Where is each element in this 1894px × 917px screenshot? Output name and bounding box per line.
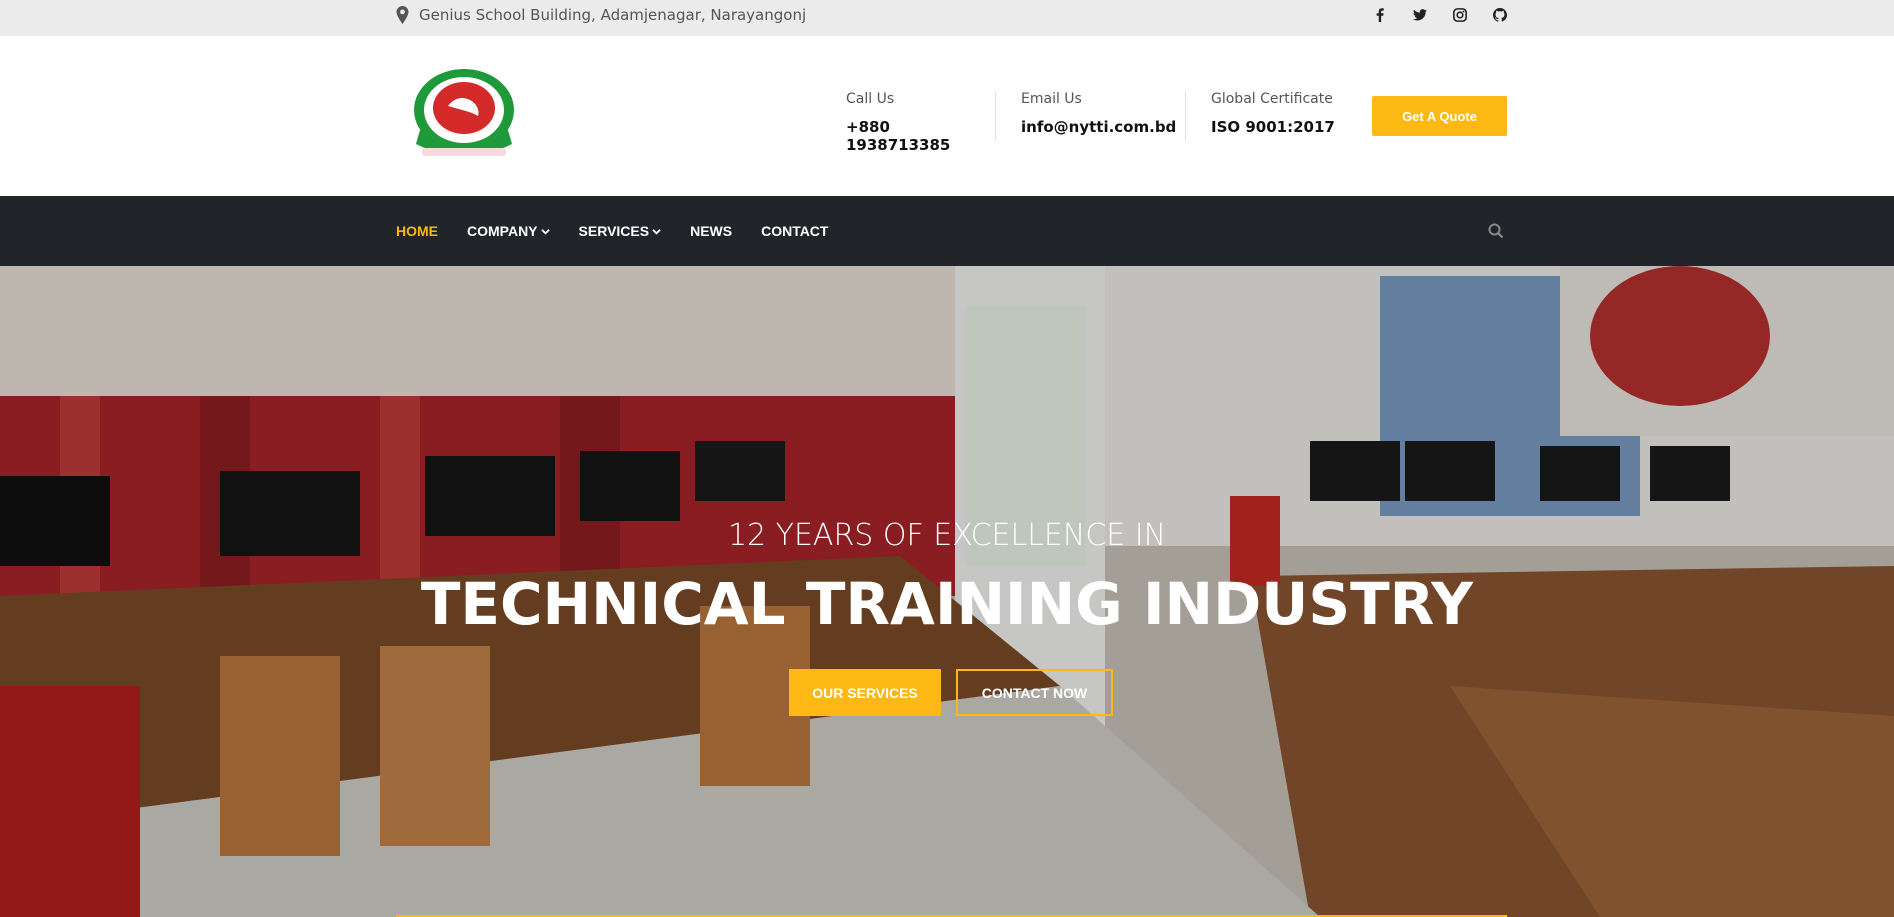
get-a-quote-button[interactable]: Get A Quote [1372, 96, 1507, 136]
certificate-label: Global Certificate [1211, 91, 1333, 107]
nav-item-company[interactable]: COMPANY [467, 223, 550, 239]
site-logo[interactable]: NYTTI [408, 68, 520, 160]
twitter-icon[interactable] [1413, 8, 1427, 22]
hero-section: 12 YEARS OF EXCELLENCE IN TECHNICAL TRAI… [0, 266, 1894, 917]
hero-subtitle: 12 YEARS OF EXCELLENCE IN [727, 518, 1167, 553]
social-links [1373, 0, 1507, 30]
chevron-down-icon [540, 228, 550, 235]
github-icon[interactable] [1493, 8, 1507, 22]
chevron-down-icon [652, 228, 661, 235]
nav-menu: HOME COMPANY SERVICES NEWS CONTACT [396, 196, 828, 266]
email-address[interactable]: info@nytti.com.bd [1021, 118, 1176, 136]
our-services-button[interactable]: OUR SERVICES [789, 669, 941, 716]
nav-item-contact[interactable]: CONTACT [761, 223, 828, 239]
call-us-label: Call Us [846, 91, 895, 107]
email-us-label: Email Us [1021, 91, 1082, 107]
top-bar: Genius School Building, Adamjenagar, Nar… [0, 0, 1894, 36]
nav-item-services[interactable]: SERVICES [579, 223, 662, 239]
divider [1185, 91, 1186, 141]
address: Genius School Building, Adamjenagar, Nar… [396, 0, 806, 30]
call-us-block: Call Us +880 1938713385 [846, 91, 986, 154]
phone-number[interactable]: +880 1938713385 [846, 118, 986, 154]
nav-item-news[interactable]: NEWS [690, 223, 732, 239]
facebook-icon[interactable] [1373, 8, 1387, 22]
certificate-value: ISO 9001:2017 [1211, 118, 1335, 136]
site-header: NYTTI Call Us +880 1938713385 Email Us i… [0, 36, 1894, 196]
email-us-block: Email Us info@nytti.com.bd [1021, 91, 1176, 147]
certificate-block: Global Certificate ISO 9001:2017 [1211, 91, 1361, 147]
address-text: Genius School Building, Adamjenagar, Nar… [419, 6, 807, 24]
nav-item-home[interactable]: HOME [396, 223, 438, 239]
hero-title: TECHNICAL TRAINING INDUSTRY [420, 570, 1474, 638]
svg-text:NYTTI: NYTTI [452, 134, 475, 142]
divider [995, 91, 996, 141]
instagram-icon[interactable] [1453, 8, 1467, 22]
main-nav: HOME COMPANY SERVICES NEWS CONTACT [0, 196, 1894, 266]
contact-now-button[interactable]: CONTACT NOW [956, 669, 1113, 716]
search-icon[interactable] [1488, 223, 1504, 239]
map-marker-icon [396, 6, 409, 24]
